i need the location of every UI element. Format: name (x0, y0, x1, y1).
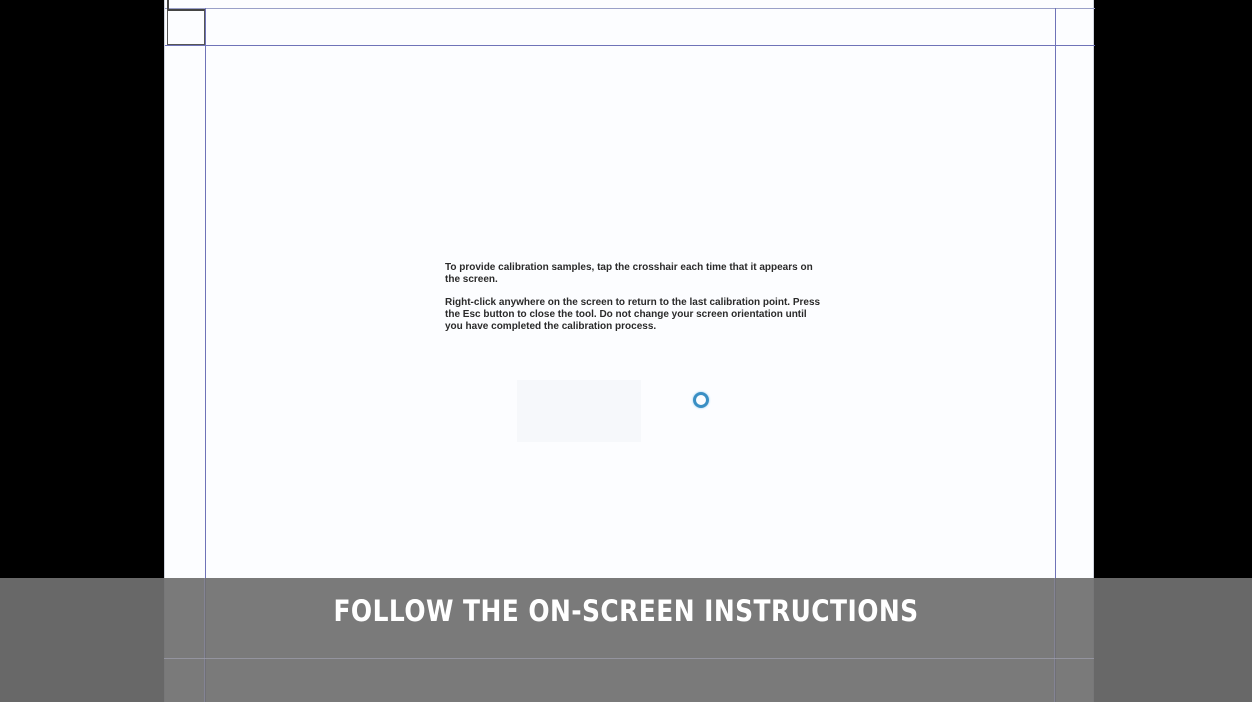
instruction-right-click: Right-click anywhere on the screen to re… (445, 297, 821, 332)
top-edge-line (165, 8, 1095, 9)
caption-banner: FOLLOW THE ON-SCREEN INSTRUCTIONS (0, 578, 1252, 702)
corner-calibration-box (167, 9, 205, 45)
caption-text: FOLLOW THE ON-SCREEN INSTRUCTIONS (333, 594, 919, 628)
horizontal-guide-line (165, 45, 1095, 46)
calibration-target-ring-icon[interactable] (693, 392, 709, 408)
banner-horizontal-line (164, 658, 1094, 659)
instruction-tap-crosshair: To provide calibration samples, tap the … (445, 262, 813, 285)
faded-panel (517, 380, 641, 442)
calibration-instructions: To provide calibration samples, tap the … (445, 262, 825, 344)
video-frame: To provide calibration samples, tap the … (0, 0, 1252, 702)
